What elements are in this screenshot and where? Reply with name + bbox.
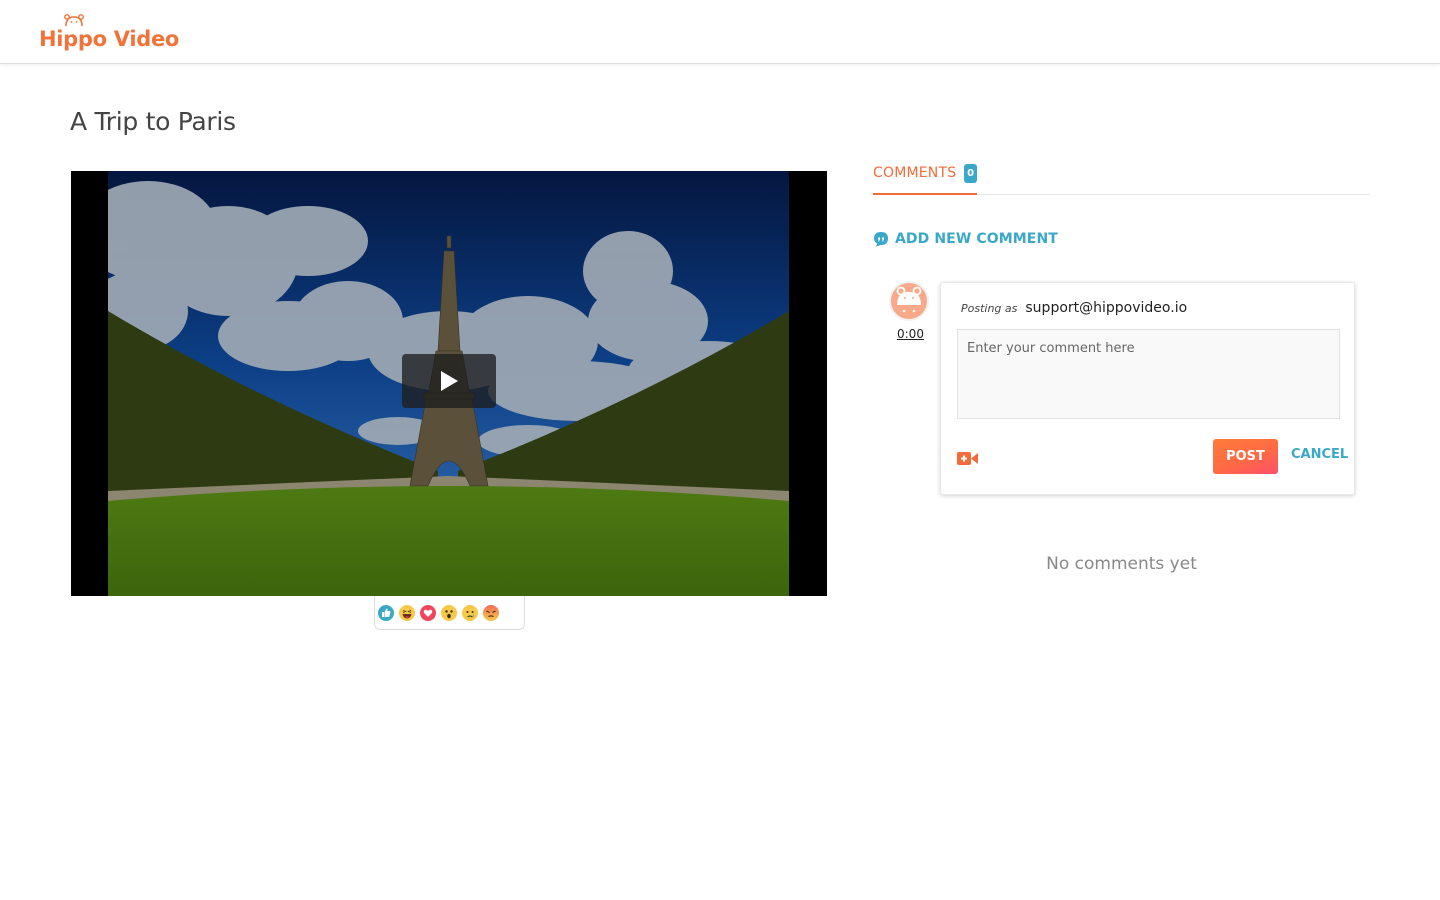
reaction-like[interactable]: [378, 604, 394, 621]
play-button[interactable]: [402, 354, 496, 408]
comments-count-badge: 0: [964, 164, 977, 183]
comment-bubble-icon: [874, 232, 888, 247]
no-comments-message: No comments yet: [1046, 554, 1197, 574]
posting-as-email: support@hippovideo.io: [1025, 300, 1188, 316]
reaction-sad[interactable]: [462, 604, 478, 621]
new-comment-form: Posting as support@hippovideo.io POST CA…: [940, 282, 1355, 495]
play-icon: [441, 371, 458, 391]
reaction-haha[interactable]: [399, 604, 415, 621]
hippo-logo-icon: [64, 14, 84, 26]
posting-as-label: Posting as: [961, 302, 1018, 315]
posting-as-row: Posting as support@hippovideo.io: [961, 300, 1187, 316]
reaction-love[interactable]: [420, 604, 436, 621]
comments-tab-bar: COMMENTS 0: [873, 160, 1370, 195]
top-bar: Hippo Video: [0, 0, 1440, 64]
crying-face-icon: [462, 604, 478, 621]
comment-timestamp-link[interactable]: 0:00: [897, 327, 924, 341]
thumbs-up-icon: [378, 604, 394, 621]
page-title: A Trip to Paris: [70, 107, 236, 136]
hippo-video-logo[interactable]: Hippo Video: [39, 14, 179, 50]
angry-face-icon: [483, 604, 499, 621]
hippo-avatar-icon: [896, 286, 922, 313]
laughing-face-icon: [399, 604, 415, 621]
reaction-angry[interactable]: [483, 604, 499, 621]
tab-comments[interactable]: COMMENTS 0: [873, 160, 977, 195]
reactions-bar: [374, 596, 525, 630]
cancel-button[interactable]: CANCEL: [1291, 447, 1348, 462]
surprised-face-icon: [441, 604, 457, 621]
post-button[interactable]: POST: [1213, 439, 1278, 474]
add-new-comment-label: ADD NEW COMMENT: [895, 231, 1058, 247]
video-player[interactable]: [71, 171, 827, 596]
logo-text: Hippo Video: [39, 27, 180, 51]
add-video-comment-icon[interactable]: [957, 451, 978, 466]
tab-comments-label: COMMENTS: [873, 165, 957, 181]
comment-input[interactable]: [957, 329, 1340, 419]
add-new-comment-link[interactable]: ADD NEW COMMENT: [873, 231, 1058, 247]
heart-icon: [420, 604, 436, 621]
reaction-wow[interactable]: [441, 604, 457, 621]
avatar: [889, 281, 929, 321]
